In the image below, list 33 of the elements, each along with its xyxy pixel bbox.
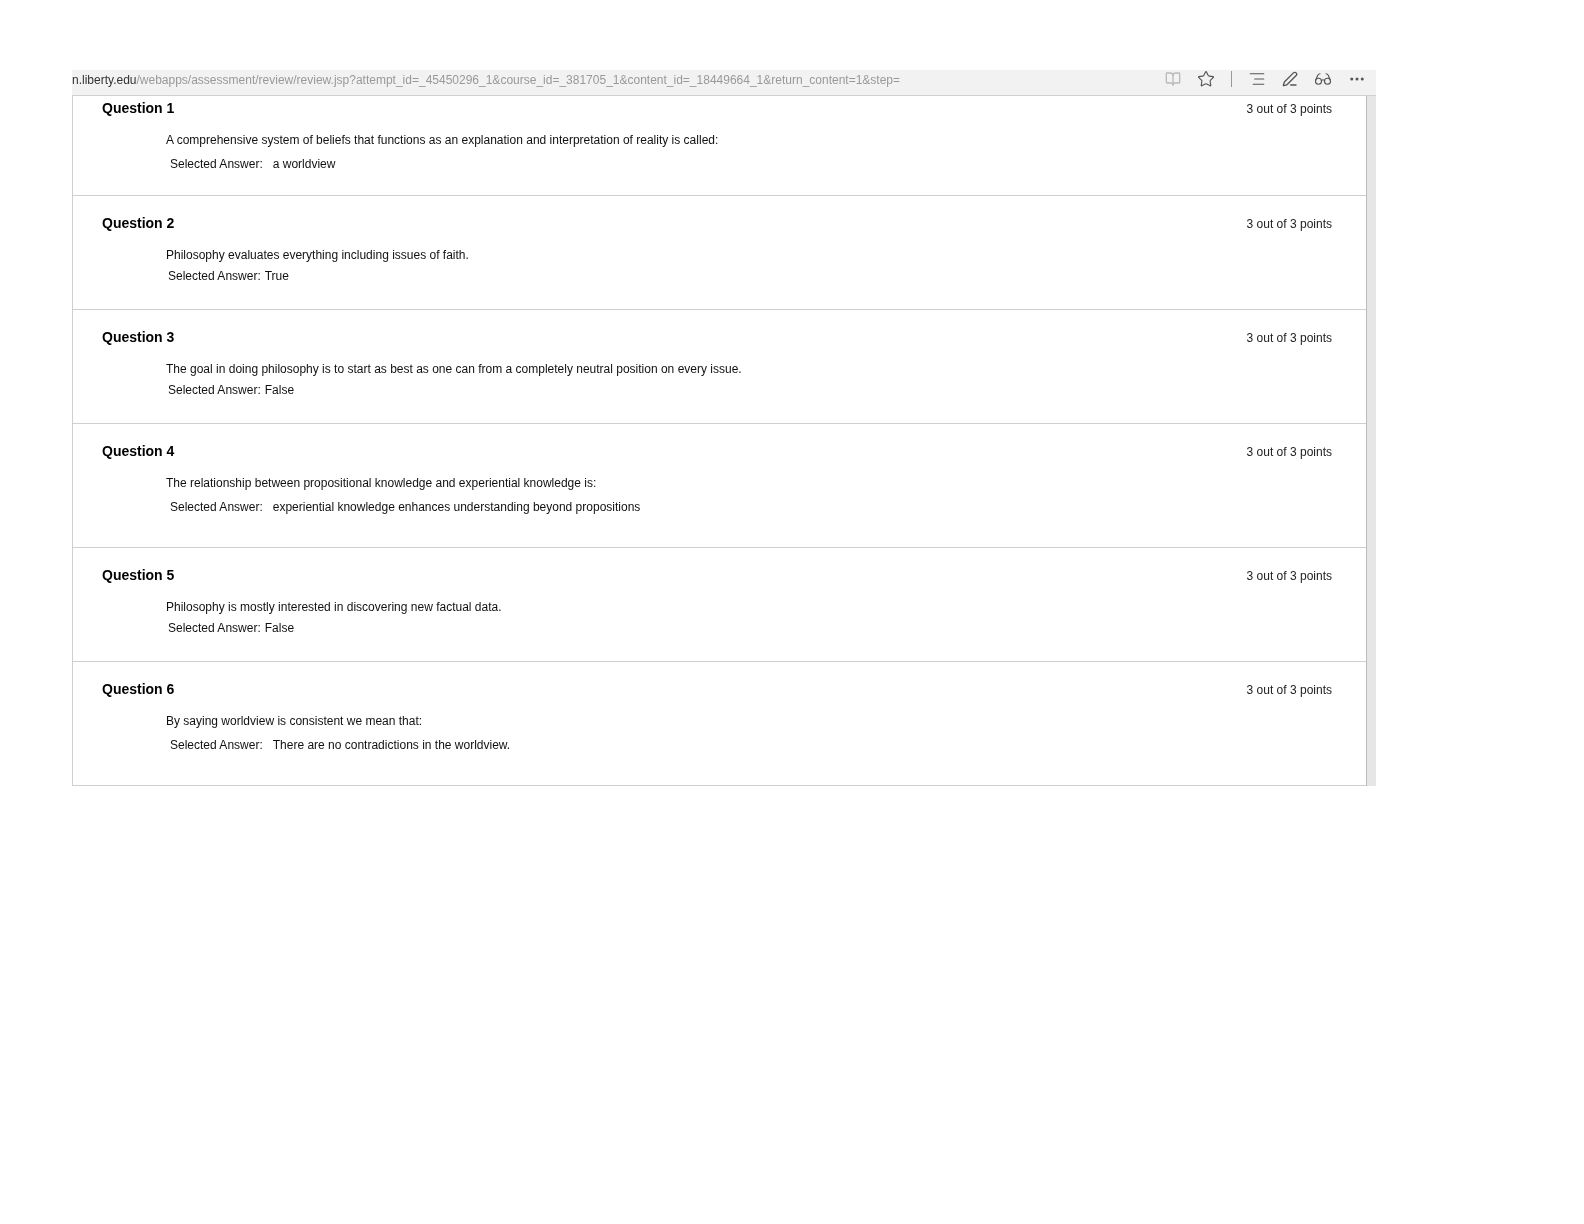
answer-label: Selected Answer: bbox=[170, 499, 263, 516]
question-title: Question 5 bbox=[102, 566, 175, 585]
question-text: The goal in doing philosophy is to start as best as one can from a completely neutral position on every issue. bbox=[166, 362, 742, 376]
score-text: 3 out of 3 points bbox=[1246, 216, 1332, 233]
score-text: 3 out of 3 points bbox=[1246, 568, 1332, 585]
question-title: Question 6 bbox=[102, 680, 175, 699]
answer-text: experiential knowledge enhances understanding beyond propositions bbox=[272, 499, 641, 516]
answer-label: Selected Answer: bbox=[170, 737, 263, 754]
answer-text: a worldview bbox=[272, 156, 336, 173]
answer-text: True bbox=[264, 268, 289, 285]
pen-icon[interactable] bbox=[1282, 70, 1298, 87]
question-text: The relationship between propositional knowledge and experiential knowledge is: bbox=[166, 476, 597, 490]
question-text: Philosophy evaluates everything including issues of faith. bbox=[166, 248, 469, 262]
answer-text: There are no contradictions in the worldview. bbox=[272, 737, 511, 754]
question-title: Question 2 bbox=[102, 214, 175, 233]
score-text: 3 out of 3 points bbox=[1246, 682, 1332, 699]
question-text: By saying worldview is consistent we mean that: bbox=[166, 714, 423, 728]
question-title: Question 1 bbox=[102, 99, 175, 118]
question-title: Question 4 bbox=[102, 442, 175, 461]
answer-label: Selected Answer: bbox=[168, 268, 261, 285]
score-text: 3 out of 3 points bbox=[1246, 101, 1332, 118]
answer-text: False bbox=[264, 382, 295, 399]
star-icon[interactable] bbox=[1197, 69, 1215, 88]
question-text: A comprehensive system of beliefs that functions as an explanation and interpretation of reality is called: bbox=[166, 133, 719, 147]
answer-label: Selected Answer: bbox=[168, 620, 261, 637]
answer-label: Selected Answer: bbox=[168, 382, 261, 399]
score-text: 3 out of 3 points bbox=[1246, 330, 1332, 347]
question-title: Question 3 bbox=[102, 328, 175, 347]
question-text: Philosophy is mostly interested in discovering new factual data. bbox=[166, 600, 502, 614]
answer-label: Selected Answer: bbox=[170, 156, 263, 173]
score-text: 3 out of 3 points bbox=[1246, 444, 1332, 461]
answer-text: False bbox=[264, 620, 295, 637]
url-domain[interactable]: n.liberty.edu bbox=[72, 72, 137, 87]
